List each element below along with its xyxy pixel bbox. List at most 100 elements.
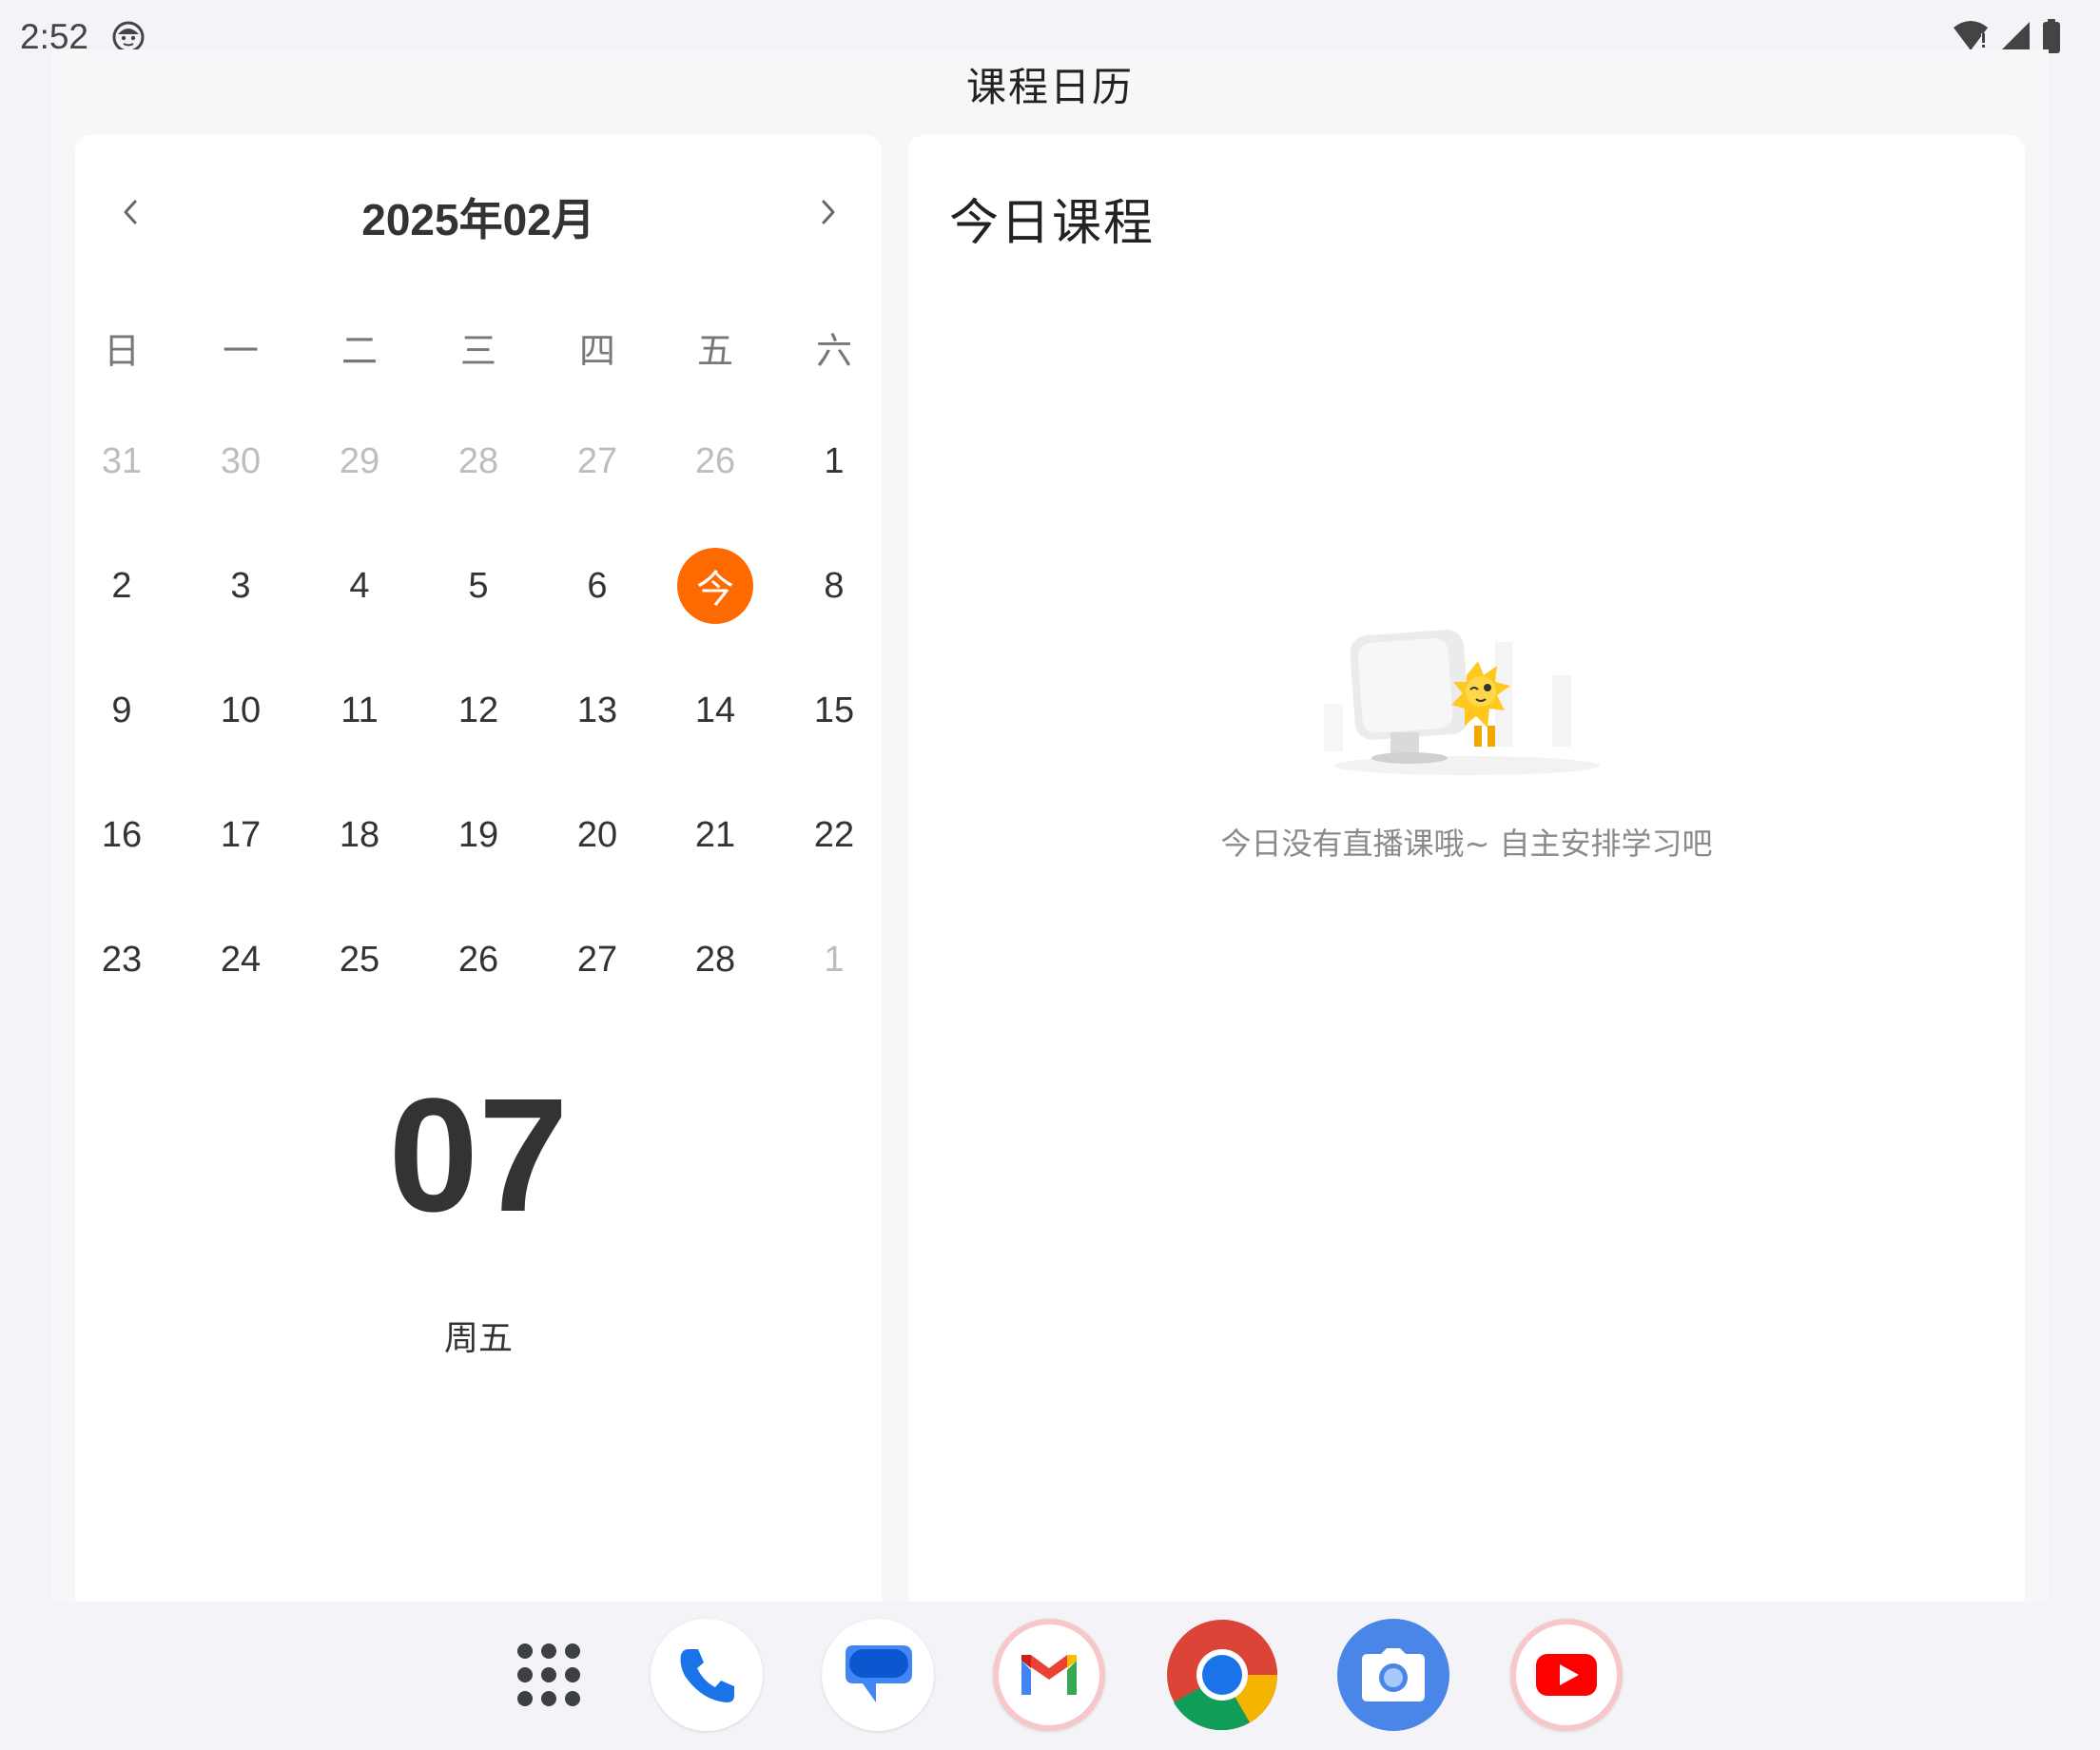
day-number: 14 (694, 690, 736, 730)
phone-app-button[interactable] (651, 1619, 763, 1731)
day-cell[interactable]: 11 (317, 668, 402, 753)
day-cell[interactable]: 26 (672, 418, 758, 504)
youtube-icon (1536, 1654, 1597, 1696)
today-marker: 今 (677, 548, 753, 624)
weekday-label: 四 (578, 330, 615, 372)
weekday-label: 五 (696, 330, 733, 372)
weekday-label: 二 (340, 330, 378, 372)
day-cell[interactable]: 28 (436, 418, 521, 504)
youtube-app-button[interactable] (1510, 1619, 1623, 1731)
camera-icon (1362, 1648, 1425, 1701)
day-cell[interactable]: 14 (672, 668, 758, 753)
next-month-button[interactable] (809, 188, 847, 236)
day-number: 20 (576, 814, 618, 855)
wifi-icon (1954, 21, 1988, 50)
page-title: 课程日历 (965, 64, 1134, 110)
day-cell[interactable]: 23 (79, 917, 165, 1002)
day-cell[interactable]: 2 (79, 543, 165, 629)
day-cell[interactable]: 17 (198, 792, 283, 878)
weekday-label: 日 (103, 330, 140, 372)
day-number: 19 (457, 814, 499, 855)
day-cell[interactable]: 1 (791, 917, 877, 1002)
day-number: 15 (813, 690, 855, 730)
day-number: 4 (349, 565, 370, 606)
day-number: 6 (587, 565, 608, 606)
day-number: 23 (101, 939, 143, 980)
day-cell[interactable]: 22 (791, 792, 877, 878)
day-number: 3 (230, 565, 251, 606)
selected-day-number: 07 (388, 1065, 569, 1246)
day-number: 28 (457, 440, 499, 481)
day-cell[interactable]: 16 (79, 792, 165, 878)
phone-icon (680, 1649, 734, 1702)
day-cell[interactable]: 27 (554, 418, 640, 504)
weekday-header: 日 一 二 三 四 五 六 (75, 321, 882, 375)
weekday-label: 六 (815, 330, 852, 372)
day-number: 1 (824, 440, 845, 481)
day-number: 18 (339, 814, 380, 855)
day-cell[interactable]: 28 (672, 917, 758, 1002)
weekday-label: 三 (459, 330, 496, 372)
weekday-label: 一 (222, 330, 259, 372)
day-number: 13 (576, 690, 618, 730)
day-number: 27 (576, 440, 618, 481)
messages-app-button[interactable] (822, 1619, 934, 1731)
day-number: 29 (339, 440, 380, 481)
day-number: 21 (694, 814, 736, 855)
day-cell[interactable]: 10 (198, 668, 283, 753)
day-cell[interactable]: 13 (554, 668, 640, 753)
signal-icon (2001, 22, 2030, 50)
day-cell[interactable]: 30 (198, 418, 283, 504)
day-number: 11 (340, 690, 379, 730)
day-number: 26 (694, 440, 736, 481)
today-courses-title: 今日课程 (949, 195, 1156, 252)
day-number: 12 (457, 690, 499, 730)
day-number: 10 (220, 690, 262, 730)
empty-state-illustration (1324, 630, 1600, 775)
day-cell[interactable]: 9 (79, 668, 165, 753)
day-cell[interactable]: 27 (554, 917, 640, 1002)
day-number: 22 (813, 814, 855, 855)
day-cell[interactable]: 20 (554, 792, 640, 878)
selected-weekday: 周五 (443, 1319, 513, 1358)
day-cell[interactable]: 5 (436, 543, 521, 629)
today-courses-card (908, 135, 2025, 1602)
messages-icon (846, 1645, 912, 1702)
day-number: 25 (339, 939, 380, 980)
day-cell[interactable]: 31 (79, 418, 165, 504)
day-cell[interactable]: 19 (436, 792, 521, 878)
gmail-app-button[interactable] (993, 1619, 1105, 1731)
day-number: 17 (220, 814, 262, 855)
chrome-icon (1167, 1620, 1277, 1731)
day-cell[interactable]: 15 (791, 668, 877, 753)
day-number: 27 (576, 939, 618, 980)
camera-app-button[interactable] (1337, 1619, 1449, 1731)
day-number: 16 (101, 814, 143, 855)
day-number: 31 (101, 440, 143, 481)
day-number: 2 (111, 565, 132, 606)
day-cell[interactable]: 3 (198, 543, 283, 629)
chevron-right-icon (822, 200, 835, 224)
day-cell[interactable]: 29 (317, 418, 402, 504)
day-cell[interactable]: 4 (317, 543, 402, 629)
day-cell[interactable]: 25 (317, 917, 402, 1002)
app-drawer-button[interactable] (493, 1619, 605, 1731)
day-cell[interactable]: 1 (791, 418, 877, 504)
day-number: 5 (468, 565, 489, 606)
day-number: 8 (824, 565, 845, 606)
day-cell[interactable]: 12 (436, 668, 521, 753)
day-cell[interactable]: 21 (672, 792, 758, 878)
day-cell[interactable]: 8 (791, 543, 877, 629)
day-cell[interactable]: 18 (317, 792, 402, 878)
day-cell[interactable]: 6 (554, 543, 640, 629)
chrome-app-button[interactable] (1166, 1619, 1278, 1731)
day-number: 30 (220, 440, 262, 481)
gmail-icon (1021, 1655, 1077, 1695)
battery-icon (2043, 19, 2060, 53)
day-number: 24 (220, 939, 262, 980)
day-cell[interactable]: 26 (436, 917, 521, 1002)
apps-grid-icon (517, 1643, 580, 1706)
empty-state-text: 今日没有直播课哦~ 自主安排学习吧 (1220, 826, 1713, 862)
day-cell[interactable]: 24 (198, 917, 283, 1002)
today-day-cell[interactable]: 今 (672, 543, 758, 629)
